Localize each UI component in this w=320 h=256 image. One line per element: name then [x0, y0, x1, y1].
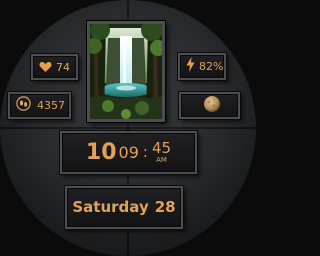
dial-divider-horizontal	[0, 127, 256, 129]
time-separator: :	[142, 143, 148, 161]
time-minute: 09	[118, 142, 139, 162]
steps-complication[interactable]: 4357	[8, 92, 71, 119]
lightning-bolt-icon	[186, 57, 195, 76]
battery-complication[interactable]: 82%	[178, 53, 226, 80]
time-second: 45	[151, 139, 172, 157]
date-day-number: 28	[154, 198, 176, 216]
date-weekday: Saturday	[72, 198, 149, 216]
digital-time-display[interactable]: 10 09 : 45 AM	[60, 131, 197, 174]
watch-face: 74 4357 82% 10 09: 45 AM Saturday 28	[0, 0, 256, 256]
moon-phase-icon	[203, 95, 221, 117]
heart-rate-complication[interactable]: 74	[31, 54, 78, 80]
waterfall-forest-image	[87, 21, 165, 122]
footprints-icon	[16, 96, 31, 115]
heart-rate-value: 74	[56, 60, 70, 74]
watch-dial: 74 4357 82% 10 09: 45 AM Saturday 28	[0, 0, 256, 256]
battery-value: 82%	[199, 60, 224, 73]
time-hour: 10	[85, 139, 117, 165]
time-ampm: AM	[156, 156, 167, 164]
moon-phase-complication[interactable]	[179, 92, 240, 119]
steps-value: 4357	[37, 99, 65, 112]
seconds-block: 45 AM	[152, 141, 171, 164]
heart-icon	[39, 58, 52, 77]
date-display[interactable]: Saturday 28	[65, 186, 183, 229]
